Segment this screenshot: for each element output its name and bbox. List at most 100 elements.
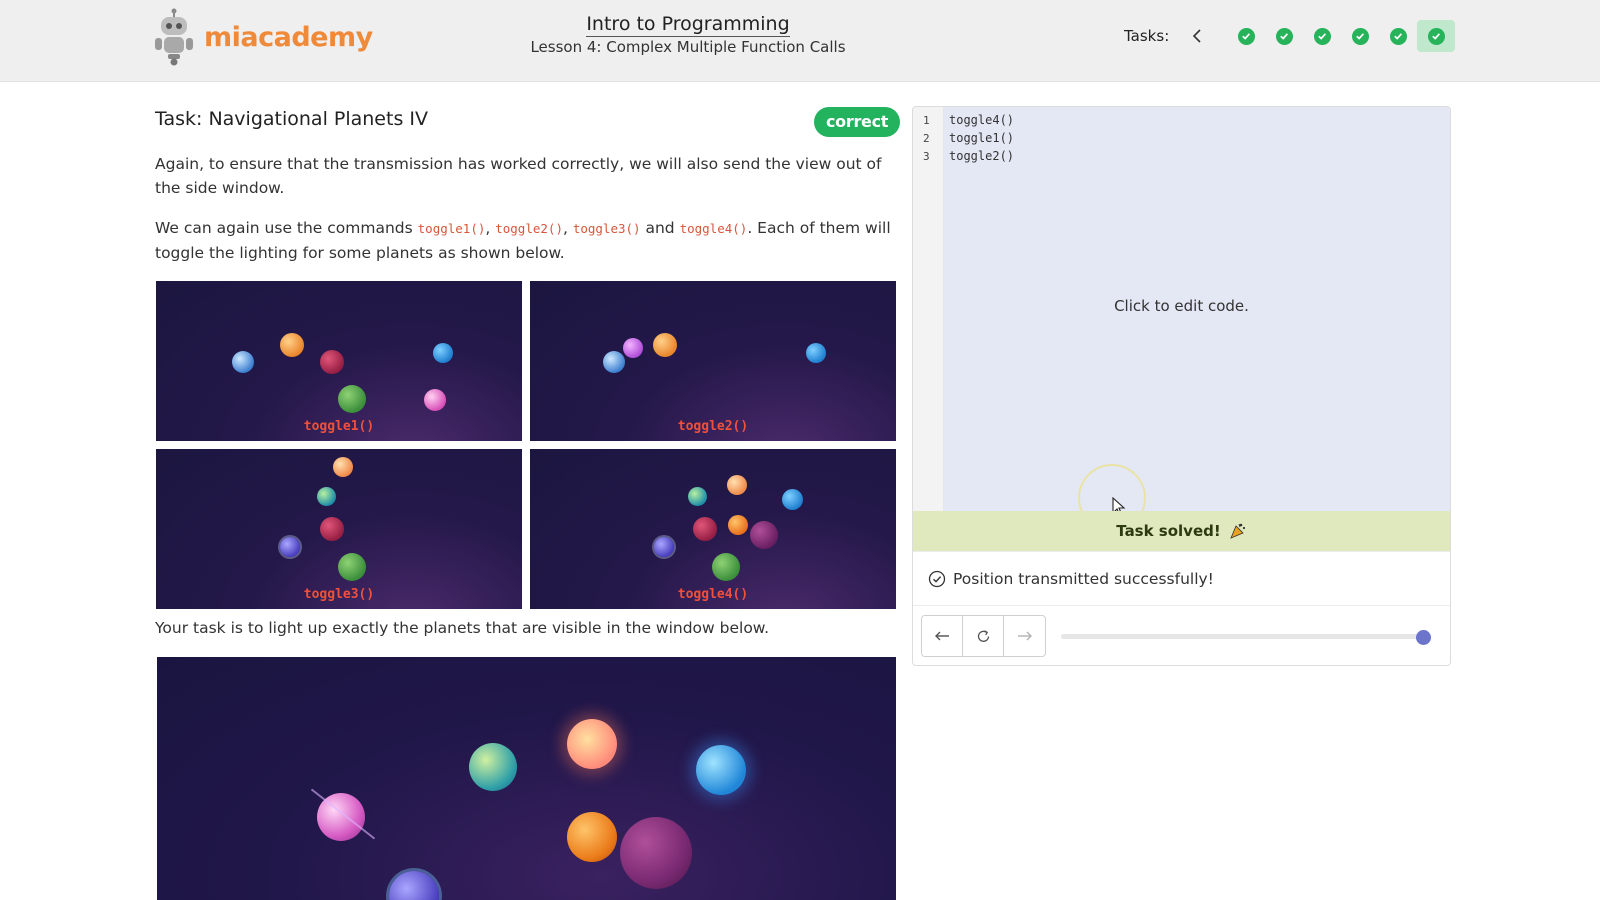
planet-teal	[317, 487, 336, 506]
result-message-row: Position transmitted successfully!	[913, 551, 1450, 606]
result-message: Position transmitted successfully!	[953, 569, 1214, 588]
playback-controls	[921, 615, 1046, 657]
task-navigator: Tasks:	[1124, 20, 1456, 52]
task-status-3[interactable]	[1303, 20, 1341, 52]
task-status-6[interactable]	[1417, 20, 1456, 52]
planet-teal	[469, 743, 517, 791]
task-status-list	[1227, 20, 1456, 52]
task-status-1[interactable]	[1227, 20, 1265, 52]
robot-mascot-icon	[155, 8, 193, 66]
course-title[interactable]: Intro to Programming	[586, 13, 790, 37]
check-icon	[1351, 27, 1369, 45]
planet-blue-glow	[696, 745, 746, 795]
planet-green	[338, 385, 366, 413]
planet-ringed-purple	[389, 871, 439, 900]
check-icon	[1275, 27, 1293, 45]
planet-teal	[688, 487, 707, 506]
code-line[interactable]: toggle4()	[949, 113, 1014, 127]
slider-thumb[interactable]	[1416, 630, 1431, 645]
code-toggle2: toggle2()	[495, 221, 563, 236]
task-solved-text: Task solved!	[1116, 522, 1221, 540]
task-description-2: We can again use the commands toggle1(),…	[155, 216, 895, 265]
code-line[interactable]: toggle1()	[949, 131, 1014, 145]
planet-blue-white	[603, 351, 625, 373]
description-text: ,	[562, 219, 573, 237]
planet-ringed-purple	[654, 537, 674, 557]
code-toggle3: toggle3()	[572, 221, 641, 236]
code-panel: 1 toggle4() 2 toggle1() 3 toggle2() Clic…	[912, 106, 1451, 666]
party-popper-icon	[1229, 523, 1245, 539]
code-toggle1: toggle1()	[417, 221, 486, 236]
check-icon	[1313, 27, 1331, 45]
arrow-left-icon	[935, 631, 949, 641]
planet-pink	[424, 389, 446, 411]
target-window-image	[157, 657, 896, 900]
planet-orange-cratered	[567, 812, 617, 862]
planet-green	[338, 553, 366, 581]
description-text: and	[640, 219, 680, 237]
planet-green	[712, 553, 740, 581]
planet-peach-glow	[567, 719, 617, 769]
execution-step-slider[interactable]	[1061, 630, 1431, 645]
planet-purple	[623, 338, 643, 358]
task-status-4[interactable]	[1341, 20, 1379, 52]
planet-crimson	[320, 350, 344, 374]
panel-label: toggle3()	[303, 587, 375, 602]
planet-peach	[333, 457, 353, 477]
planet-blue	[433, 343, 453, 363]
previous-task-button[interactable]	[1187, 26, 1207, 46]
check-icon	[1427, 27, 1445, 45]
toggle1-preview-image: toggle1()	[156, 281, 522, 441]
code-editor[interactable]: 1 toggle4() 2 toggle1() 3 toggle2() Clic…	[913, 107, 1450, 532]
task-solved-banner: Task solved!	[913, 511, 1450, 551]
line-number: 1	[923, 114, 930, 127]
panel-label: toggle1()	[303, 419, 375, 434]
top-header: miacademy Intro to Programming Lesson 4:…	[0, 0, 1600, 82]
planet-plum	[620, 817, 692, 889]
code-line[interactable]: toggle2()	[949, 149, 1014, 163]
task-status-5[interactable]	[1379, 20, 1417, 52]
planet-plum	[750, 521, 778, 549]
status-badge: correct	[814, 107, 901, 137]
toggle2-preview-image: toggle2()	[530, 281, 896, 441]
task-status-2[interactable]	[1265, 20, 1303, 52]
step-back-button[interactable]	[922, 616, 963, 656]
chevron-left-icon	[1193, 29, 1201, 43]
task-description-1: Again, to ensure that the transmission h…	[155, 155, 882, 197]
lesson-title: Lesson 4: Complex Multiple Function Call…	[530, 38, 846, 56]
planet-orange	[653, 333, 677, 357]
planet-blue-white	[232, 351, 254, 373]
code-toggle4: toggle4()	[679, 221, 748, 236]
reset-button[interactable]	[963, 616, 1004, 656]
check-icon	[1237, 27, 1255, 45]
check-icon	[1389, 27, 1407, 45]
description-text: ,	[485, 219, 496, 237]
panel-label: toggle4()	[677, 587, 749, 602]
task-title: Task: Navigational Planets IV	[155, 108, 428, 130]
planet-peach	[727, 475, 747, 495]
tasks-label: Tasks:	[1124, 27, 1170, 45]
line-number: 2	[923, 132, 930, 145]
planet-orange-cratered	[728, 515, 748, 535]
arrow-right-icon	[1017, 631, 1032, 641]
task-instruction: Your task is to light up exactly the pla…	[155, 619, 769, 637]
planet-crimson	[693, 517, 717, 541]
planet-blue	[782, 489, 803, 510]
slider-track[interactable]	[1061, 634, 1431, 639]
planet-blue	[806, 343, 826, 363]
panel-label: toggle2()	[677, 419, 749, 434]
planet-crimson	[320, 517, 344, 541]
logo[interactable]: miacademy	[152, 8, 373, 66]
reload-icon	[977, 629, 989, 642]
description-text: We can again use the commands	[155, 219, 418, 237]
toggle3-preview-image: toggle3()	[156, 449, 522, 609]
check-circle-icon	[928, 570, 946, 587]
course-heading: Intro to Programming Lesson 4: Complex M…	[500, 13, 876, 56]
line-number: 3	[923, 150, 930, 163]
step-forward-button[interactable]	[1004, 616, 1045, 656]
toggle4-preview-image: toggle4()	[530, 449, 896, 609]
edit-hint[interactable]: Click to edit code.	[913, 297, 1450, 315]
planet-ringed-purple	[280, 537, 300, 557]
logo-text: miacademy	[204, 21, 373, 53]
planet-orange	[280, 333, 304, 357]
